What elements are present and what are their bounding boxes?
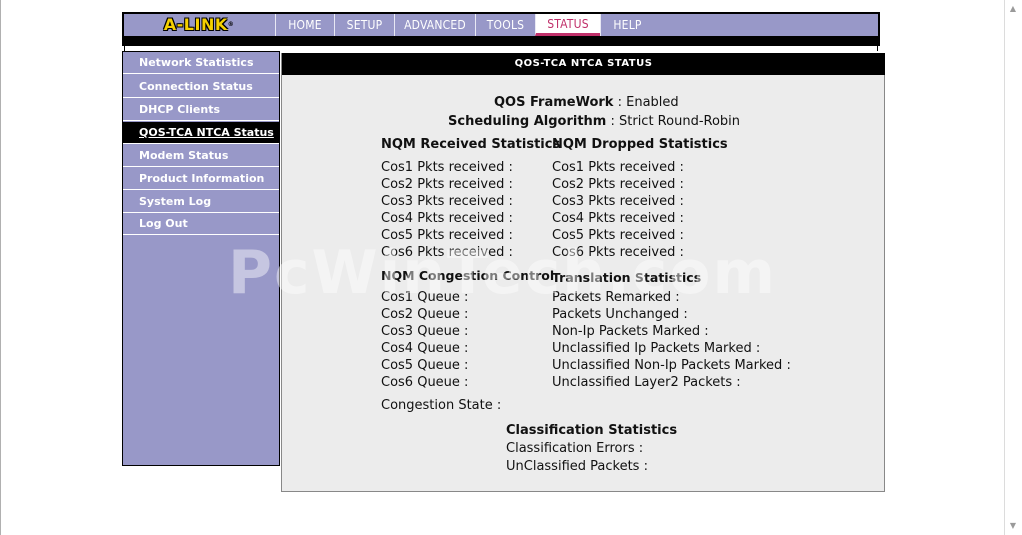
- classification-title: Classification Statistics: [506, 423, 678, 438]
- sidebar-item-qos-tca-ntca-status[interactable]: QOS-TCA NTCA Status: [123, 122, 279, 144]
- nav-tab-setup[interactable]: SETUP: [334, 14, 394, 36]
- received-stat-row: Cos5 Pkts received :: [381, 228, 513, 243]
- translation-stat-row: Unclassified Non-Ip Packets Marked :: [552, 358, 791, 373]
- dropped-stat-row: Cos5 Pkts received :: [552, 228, 684, 243]
- header-divider: [122, 38, 880, 46]
- congestion-queue-row: Cos4 Queue :: [381, 341, 469, 356]
- nav-tab-tools[interactable]: TOOLS: [475, 14, 535, 36]
- scheduling-algorithm-row: Scheduling Algorithm : Strict Round-Robi…: [448, 114, 741, 129]
- received-stat-row: Cos1 Pkts received :: [381, 160, 513, 175]
- congestion-queue-row: Cos6 Queue :: [381, 375, 469, 390]
- scroll-up-arrow-icon[interactable]: ▲: [1008, 4, 1018, 14]
- congestion-queue-row: Cos2 Queue :: [381, 307, 469, 322]
- vertical-scrollbar[interactable]: [1004, 0, 1022, 535]
- sidebar-item-dhcp-clients[interactable]: DHCP Clients: [123, 99, 279, 121]
- sidebar-item-product-information[interactable]: Product Information: [123, 168, 279, 190]
- main-nav: HOME SETUP ADVANCED TOOLS STATUS HELP: [275, 14, 654, 36]
- translation-stat-row: Non-Ip Packets Marked :: [552, 324, 709, 339]
- nav-tab-home[interactable]: HOME: [275, 14, 334, 36]
- dropped-stat-row: Cos4 Pkts received :: [552, 211, 684, 226]
- unclassified-packets: UnClassified Packets :: [506, 459, 648, 474]
- translation-title: Translation Statistics: [552, 270, 702, 285]
- translation-stat-row: Unclassified Ip Packets Marked :: [552, 341, 761, 356]
- received-stat-row: Cos3 Pkts received :: [381, 194, 513, 209]
- congestion-queue-row: Cos3 Queue :: [381, 324, 469, 339]
- dropped-stat-row: Cos1 Pkts received :: [552, 160, 684, 175]
- sidebar-item-log-out[interactable]: Log Out: [123, 213, 279, 235]
- nav-tab-advanced[interactable]: ADVANCED: [394, 14, 475, 36]
- sidebar-item-network-statistics[interactable]: Network Statistics: [123, 52, 279, 74]
- received-stat-row: Cos4 Pkts received :: [381, 211, 513, 226]
- nqm-received-title: NQM Received Statistics: [381, 137, 561, 152]
- nav-tab-status[interactable]: STATUS: [535, 14, 600, 36]
- translation-stat-row: Packets Unchanged :: [552, 307, 688, 322]
- qos-framework-row: QOS FrameWork : Enabled: [494, 95, 679, 110]
- window-border: [0, 0, 1, 535]
- congestion-title: NQM Congestion Control: [381, 268, 555, 283]
- sidebar-item-connection-status[interactable]: Connection Status: [123, 76, 279, 98]
- congestion-queue-row: Cos5 Queue :: [381, 358, 469, 373]
- brand-logo: A-LINK®: [163, 15, 235, 34]
- received-stat-row: Cos2 Pkts received :: [381, 177, 513, 192]
- received-stat-row: Cos6 Pkts received :: [381, 245, 513, 260]
- nav-tab-help[interactable]: HELP: [600, 14, 654, 36]
- dropped-stat-row: Cos2 Pkts received :: [552, 177, 684, 192]
- sidebar-item-system-log[interactable]: System Log: [123, 191, 279, 213]
- congestion-queue-row: Cos1 Queue :: [381, 290, 469, 305]
- dropped-stat-row: Cos3 Pkts received :: [552, 194, 684, 209]
- congestion-state: Congestion State :: [381, 398, 502, 413]
- sidebar-item-modem-status[interactable]: Modem Status: [123, 145, 279, 167]
- nqm-dropped-title: NQM Dropped Statistics: [552, 137, 728, 152]
- scroll-down-arrow-icon[interactable]: ▼: [1008, 521, 1018, 531]
- classification-errors: Classification Errors :: [506, 441, 644, 456]
- translation-stat-row: Packets Remarked :: [552, 290, 680, 305]
- translation-stat-row: Unclassified Layer2 Packets :: [552, 375, 741, 390]
- dropped-stat-row: Cos6 Pkts received :: [552, 245, 684, 260]
- panel-title: QOS-TCA NTCA STATUS: [282, 53, 885, 75]
